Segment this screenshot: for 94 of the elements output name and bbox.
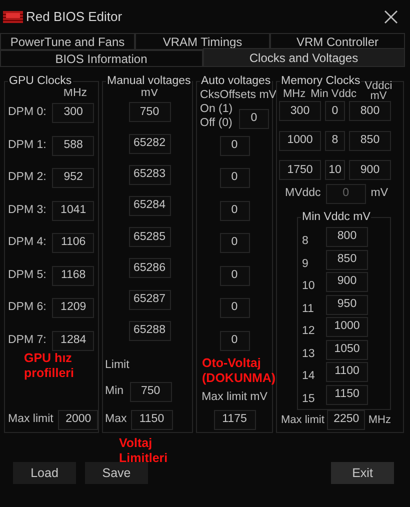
field-label: DPM 5:	[8, 268, 46, 283]
input-field[interactable]: 800	[349, 101, 391, 122]
input-field[interactable]: 65286	[128, 258, 170, 278]
input-field[interactable]: 900	[326, 272, 368, 292]
input-field[interactable]: 0	[220, 136, 250, 156]
input-field[interactable]: 1150	[130, 410, 173, 430]
input-field[interactable]: 1100	[326, 362, 368, 382]
section-label: Limit	[105, 359, 130, 372]
input-field[interactable]: 1000	[279, 130, 321, 151]
field-label: 12	[302, 324, 316, 339]
input-field[interactable]: 1041	[52, 200, 94, 220]
window-title: Red BIOS Editor	[26, 8, 122, 26]
group-title: Auto voltages	[200, 73, 272, 89]
input-field[interactable]: 1750	[279, 160, 321, 180]
field-label: 10	[302, 279, 316, 294]
input-field[interactable]: 952	[52, 168, 94, 188]
annotation-text: GPU hız profilleri	[24, 351, 76, 381]
input-field[interactable]: 0	[220, 168, 250, 188]
toolbar-button[interactable]: Load	[13, 462, 76, 484]
input-field[interactable]: 65287	[128, 290, 170, 310]
field-label: DPM 1:	[8, 138, 46, 153]
field-label: 13	[302, 346, 316, 362]
input-field[interactable]: 1168	[52, 266, 94, 286]
input-field[interactable]: 850	[326, 250, 368, 270]
field-label: Off (0)	[200, 116, 233, 130]
unit-label: MHz	[368, 412, 391, 428]
input-field[interactable]: 1050	[326, 340, 368, 360]
group-title: Manual voltages	[106, 73, 192, 89]
input-field[interactable]: 65284	[128, 196, 170, 216]
input-field[interactable]: 900	[349, 160, 391, 180]
input-field[interactable]: 10	[325, 160, 345, 180]
field-label: 15	[302, 392, 316, 406]
input-field[interactable]: 300	[52, 103, 94, 123]
input-field[interactable]: 2250	[327, 410, 366, 430]
input-field[interactable]: 850	[349, 130, 391, 151]
input-field[interactable]: 1175	[214, 410, 256, 430]
field-label: Max limit mV	[202, 390, 268, 405]
column-header: MHz	[283, 88, 306, 100]
input-field[interactable]: 750	[130, 382, 172, 402]
field-label: MVddc	[285, 186, 321, 202]
input-field[interactable]: 0	[220, 200, 250, 220]
input-field[interactable]: 65283	[128, 164, 170, 185]
field-label: On (1)	[200, 102, 233, 116]
input-field[interactable]: 0	[220, 330, 250, 350]
input-field[interactable]: 0	[220, 233, 250, 253]
input-field[interactable]: 950	[326, 294, 368, 314]
input-field[interactable]: 65288	[128, 320, 170, 341]
input-field[interactable]: 2000	[58, 410, 98, 430]
input-field[interactable]: 750	[128, 102, 170, 122]
field-label: 9	[302, 256, 310, 272]
input-field[interactable]: 588	[52, 136, 94, 156]
field-label: Max limit	[8, 412, 54, 428]
app-logo-icon	[3, 10, 23, 22]
field-label: DPM 6:	[8, 300, 46, 316]
field-label: Max limit	[281, 412, 324, 428]
tab[interactable]: VRAM Timings	[135, 33, 270, 50]
column-header: CksOffsets mV	[200, 89, 276, 102]
field-label: 14	[302, 369, 316, 384]
input-field[interactable]: 800	[326, 227, 368, 247]
input-field[interactable]: 0	[239, 109, 269, 129]
input-field[interactable]: 65282	[128, 134, 170, 154]
field-label: Max	[105, 412, 127, 428]
tab[interactable]: BIOS Information	[0, 50, 202, 67]
exit-button[interactable]: Exit	[331, 462, 394, 484]
close-icon[interactable]	[384, 10, 398, 24]
input-field[interactable]: 0	[220, 298, 250, 318]
annotation-text: Oto-Voltaj (DOKUNMA)	[202, 356, 277, 386]
column-header: Vddci mV	[364, 81, 394, 101]
tab[interactable]: Clocks and Voltages	[202, 48, 405, 67]
field-label: DPM 2:	[8, 170, 46, 186]
input-field[interactable]: 8	[325, 130, 345, 151]
group-title: Memory Clocks	[280, 73, 362, 89]
input-field[interactable]: 300	[279, 101, 321, 122]
unit-label: mV	[370, 186, 388, 202]
field-label: DPM 0:	[8, 105, 46, 120]
input-field[interactable]: 65285	[128, 227, 170, 248]
field-label: 8	[302, 234, 310, 249]
field-label: DPM 7:	[8, 332, 46, 348]
input-field[interactable]: 1209	[52, 298, 94, 318]
toolbar-button[interactable]: Save	[85, 462, 148, 484]
input-field[interactable]: 0	[220, 266, 250, 286]
column-header: Min Vddc	[310, 88, 356, 100]
unit-label: MHz	[63, 86, 87, 101]
field-label: DPM 3:	[8, 202, 46, 218]
input-field[interactable]: 0	[325, 101, 345, 122]
input-field[interactable]: 1106	[52, 233, 94, 253]
field-label: DPM 4:	[8, 235, 46, 250]
field-label: Min	[105, 384, 124, 400]
tab[interactable]: PowerTune and Fans	[0, 33, 135, 50]
field-label: 11	[302, 302, 315, 316]
input-field[interactable]: 1284	[52, 330, 94, 350]
input-field[interactable]: 1150	[326, 384, 368, 404]
group-title: GPU Clocks	[8, 73, 73, 89]
input-field[interactable]: 1000	[326, 317, 368, 337]
